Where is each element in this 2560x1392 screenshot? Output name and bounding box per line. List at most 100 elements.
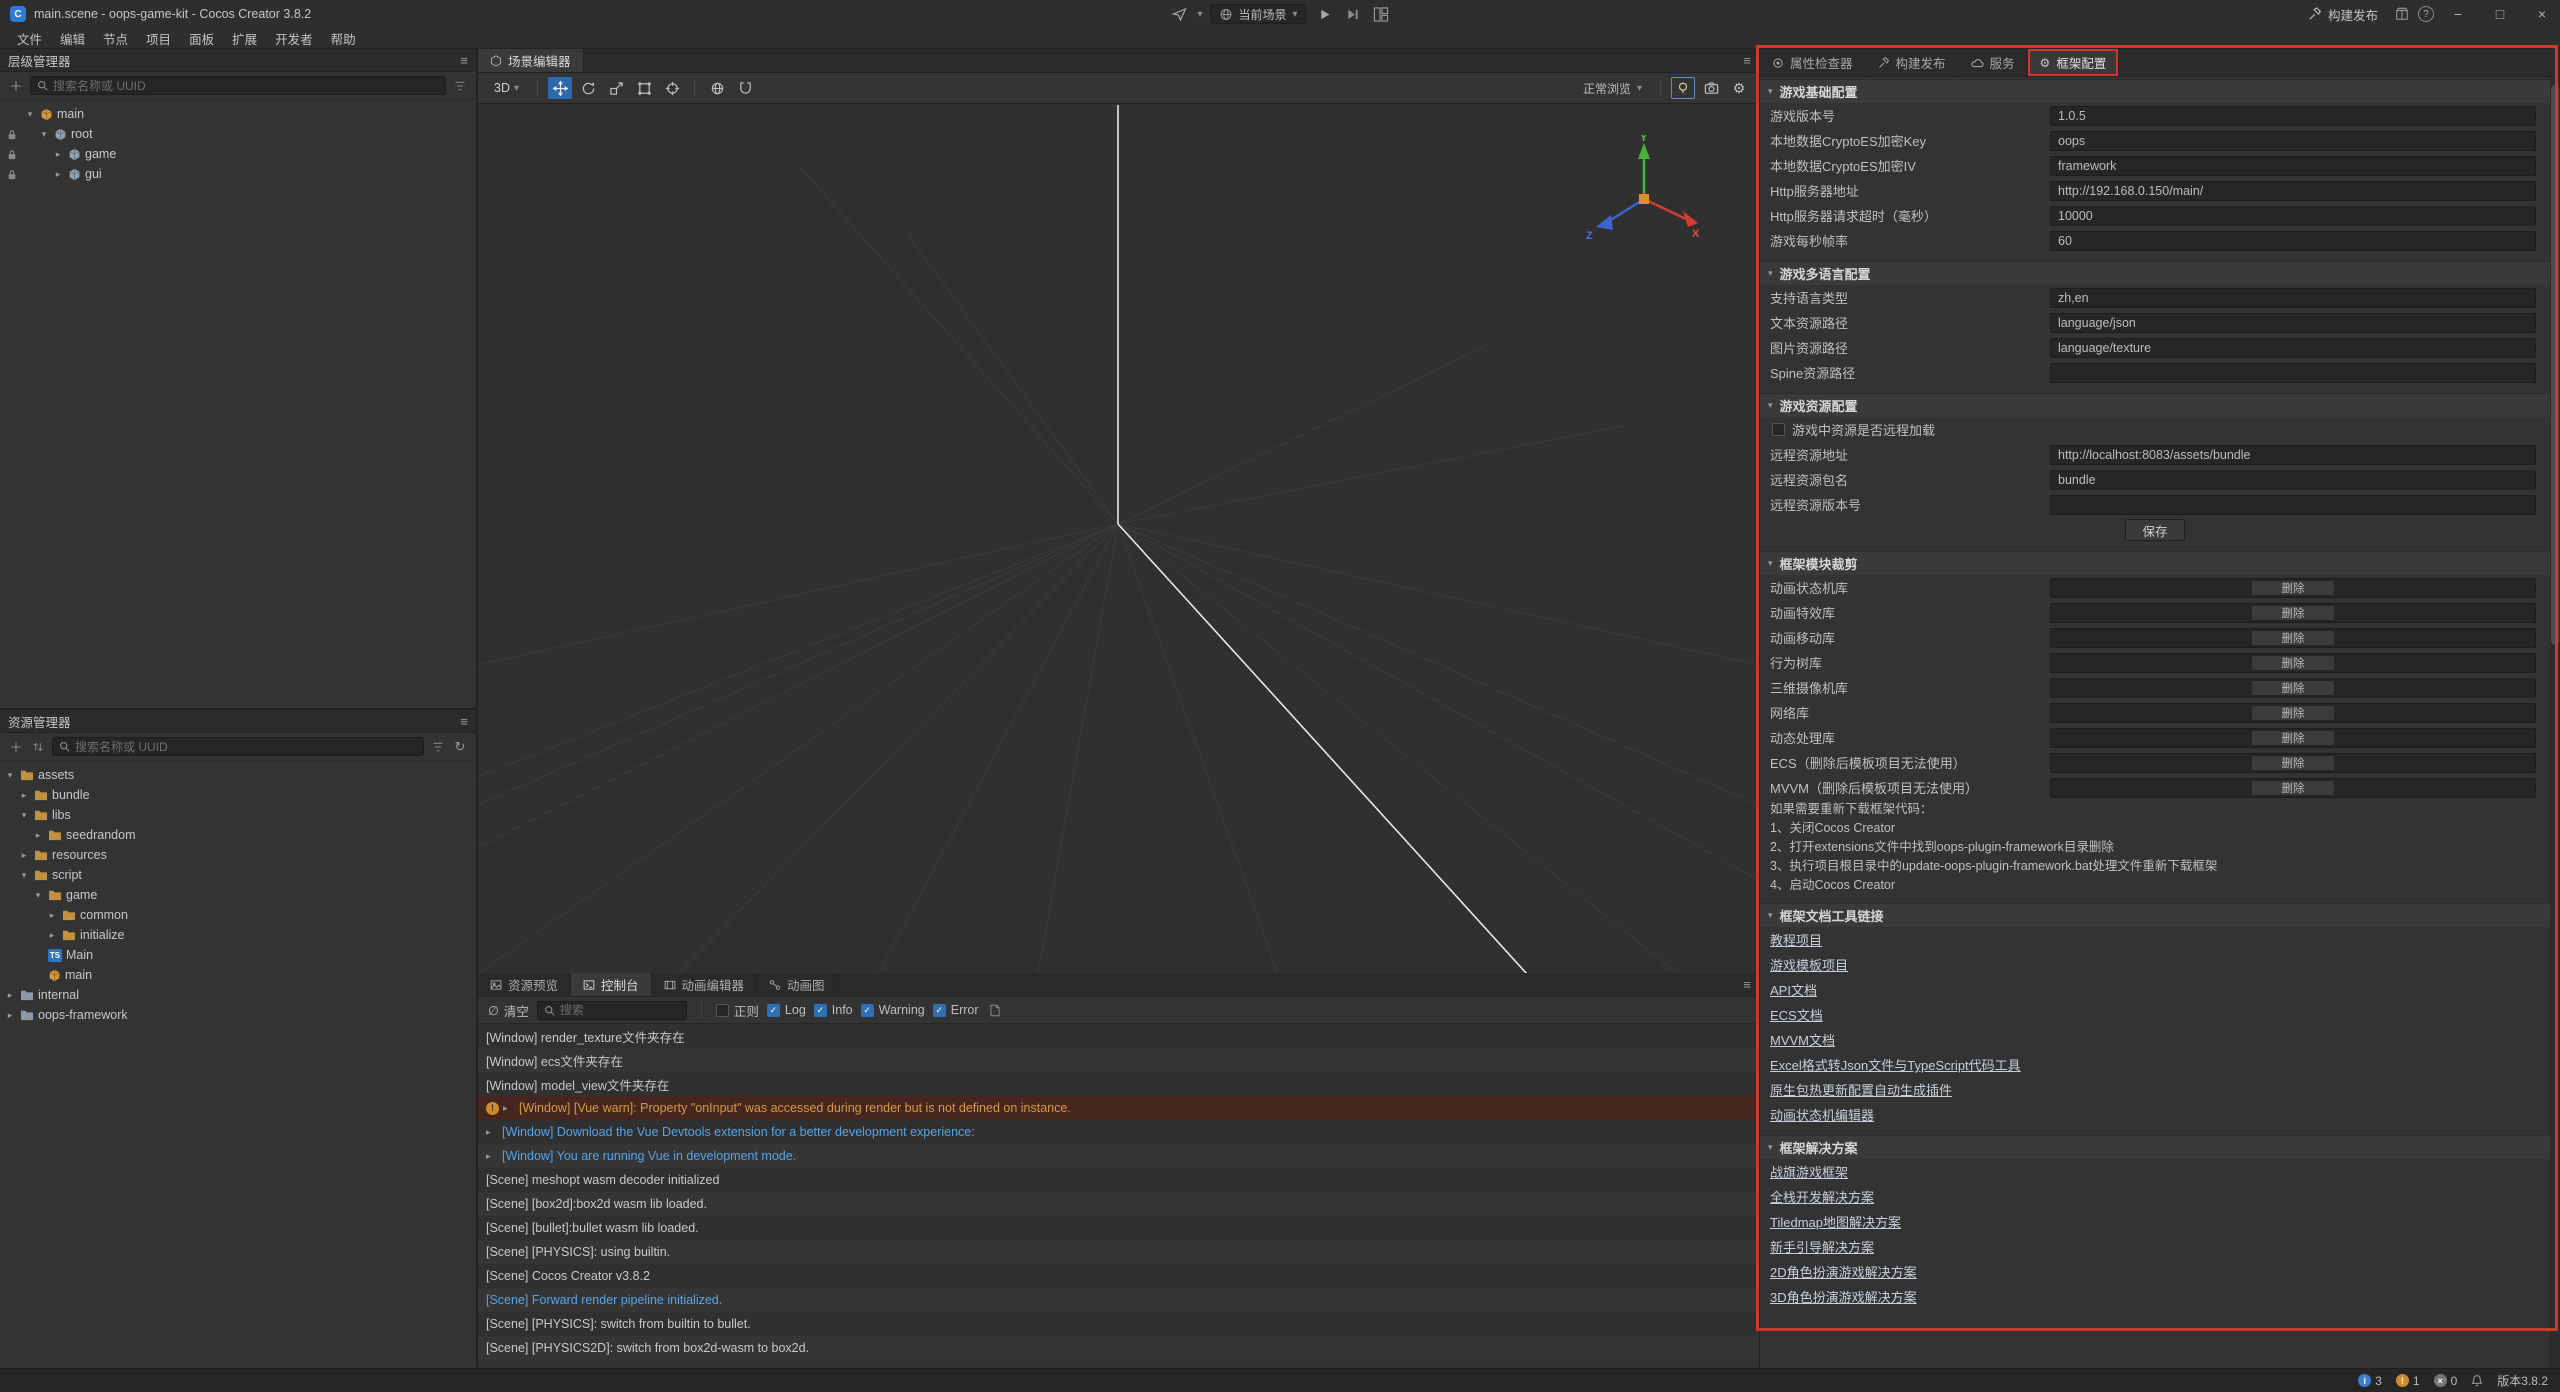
menu-project[interactable]: 项目 (137, 29, 180, 48)
asset-node-assets[interactable]: ▾ assets (0, 765, 476, 785)
rotate-tool-icon[interactable] (576, 77, 600, 99)
hierarchy-node-game[interactable]: ▸ game (0, 144, 476, 164)
remote-bundle-input[interactable] (2050, 470, 2536, 490)
spine-path-input[interactable] (2050, 363, 2536, 383)
fps-input[interactable] (2050, 231, 2536, 251)
expand-arrow-icon[interactable]: ▾ (4, 770, 16, 781)
preview-device-icon[interactable] (1169, 4, 1189, 24)
asset-node-Main[interactable]: TS Main (0, 945, 476, 965)
console-row[interactable]: [Scene] Cocos Creator v3.8.2 (478, 1264, 1759, 1288)
expand-arrow-icon[interactable]: ▾ (38, 129, 50, 140)
clear-console-button[interactable]: ∅ 清空 (488, 1001, 529, 1020)
tab-service[interactable]: 服务 (1959, 49, 2028, 76)
expand-arrow-icon[interactable]: ▸ (52, 149, 64, 160)
asset-node-resources[interactable]: ▸ resources (0, 845, 476, 865)
asset-node-main-scene[interactable]: main (0, 965, 476, 985)
rect-tool-icon[interactable] (632, 77, 656, 99)
asset-node-libs[interactable]: ▾ libs (0, 805, 476, 825)
console-row[interactable]: [Scene] Forward render pipeline initiali… (478, 1288, 1759, 1312)
tab-animation-editor[interactable]: 动画编辑器 (652, 973, 758, 996)
scale-tool-icon[interactable] (604, 77, 628, 99)
menu-extension[interactable]: 扩展 (223, 29, 266, 48)
texture-path-input[interactable] (2050, 338, 2536, 358)
languages-input[interactable] (2050, 288, 2536, 308)
crypto-key-input[interactable] (2050, 131, 2536, 151)
world-local-icon[interactable] (705, 77, 729, 99)
sort-icon[interactable] (30, 741, 46, 753)
section-basic-config[interactable]: ▾ 游戏基础配置 (1760, 79, 2550, 103)
expand-arrow-icon[interactable]: ▸ (18, 850, 30, 861)
asset-node-script[interactable]: ▾ script (0, 865, 476, 885)
tab-framework-config[interactable]: ⚙ 框架配置 (2028, 49, 2120, 76)
delete-button[interactable]: 删除 (2251, 705, 2335, 721)
layout-icon[interactable] (1371, 4, 1391, 24)
menu-edit[interactable]: 编辑 (51, 29, 94, 48)
close-button[interactable]: × (2524, 0, 2560, 28)
console-row[interactable]: [Window] ecs文件夹存在 (478, 1048, 1759, 1072)
scrollbar-thumb[interactable] (2551, 85, 2559, 645)
panel-menu-icon[interactable]: ≡ (1743, 53, 1751, 68)
console-row[interactable]: [Window] render_texture文件夹存在 (478, 1024, 1759, 1048)
panel-menu-icon[interactable]: ≡ (1743, 977, 1751, 992)
open-log-file-icon[interactable] (987, 1004, 1003, 1017)
http-server-input[interactable] (2050, 181, 2536, 201)
build-button[interactable]: 构建发布 (2300, 5, 2386, 24)
doc-link[interactable]: MVVM文档 (1770, 1030, 1835, 1049)
maximize-button[interactable]: □ (2482, 0, 2518, 28)
expand-arrow-icon[interactable]: ▸ (18, 790, 30, 801)
asset-node-initialize[interactable]: ▸ initialize (0, 925, 476, 945)
console-search-input[interactable] (560, 1003, 680, 1017)
lock-icon[interactable] (4, 129, 20, 140)
console-row[interactable]: [Window] model_view文件夹存在 (478, 1072, 1759, 1096)
asset-node-seedrandom[interactable]: ▸ seedrandom (0, 825, 476, 845)
tab-console[interactable]: 控制台 (571, 973, 652, 996)
menu-file[interactable]: 文件 (8, 29, 51, 48)
play-button[interactable] (1315, 4, 1335, 24)
section-i18n-config[interactable]: ▾ 游戏多语言配置 (1760, 261, 2550, 285)
hierarchy-search-input[interactable] (53, 79, 439, 93)
assets-search[interactable] (52, 737, 424, 756)
asset-node-common[interactable]: ▸ common (0, 905, 476, 925)
asset-node-oops-framework[interactable]: ▸ oops-framework (0, 1005, 476, 1025)
tab-animation-graph[interactable]: 动画图 (757, 973, 838, 996)
add-asset-icon[interactable]: ＋ (8, 737, 24, 756)
delete-button[interactable]: 删除 (2251, 655, 2335, 671)
remote-url-input[interactable] (2050, 445, 2536, 465)
minimize-button[interactable]: − (2440, 0, 2476, 28)
panel-menu-icon[interactable]: ≡ (460, 714, 468, 729)
doc-link[interactable]: 游戏模板项目 (1770, 955, 1848, 974)
mode-3d-toggle[interactable]: 3D▾ (486, 81, 527, 95)
delete-button[interactable]: 删除 (2251, 755, 2335, 771)
console-row[interactable]: ▸ [Window] Download the Vue Devtools ext… (478, 1120, 1759, 1144)
hierarchy-node-gui[interactable]: ▸ gui (0, 164, 476, 184)
solution-link[interactable]: 新手引导解决方案 (1770, 1237, 1874, 1256)
light-toggle-icon[interactable] (1671, 77, 1695, 99)
step-button[interactable] (1343, 4, 1363, 24)
game-version-input[interactable] (2050, 106, 2536, 126)
doc-link[interactable]: 教程项目 (1770, 930, 1822, 949)
regex-toggle[interactable]: 正则 (716, 1001, 759, 1020)
expand-arrow-icon[interactable]: ▾ (18, 810, 30, 821)
menu-developer[interactable]: 开发者 (266, 29, 322, 48)
delete-button[interactable]: 删除 (2251, 580, 2335, 596)
expand-arrow-icon[interactable]: ▸ (503, 1103, 515, 1114)
scrollbar-track[interactable] (2550, 77, 2560, 1368)
http-timeout-input[interactable] (2050, 206, 2536, 226)
solution-link[interactable]: 全栈开发解决方案 (1770, 1187, 1874, 1206)
asset-node-internal[interactable]: ▸ internal (0, 985, 476, 1005)
lock-icon[interactable] (4, 169, 20, 180)
expand-arrow-icon[interactable]: ▾ (32, 890, 44, 901)
menu-node[interactable]: 节点 (94, 29, 137, 48)
menu-panel[interactable]: 面板 (180, 29, 223, 48)
console-row[interactable]: [Scene] [PHYSICS]: using builtin. (478, 1240, 1759, 1264)
expand-arrow-icon[interactable]: ▸ (486, 1151, 498, 1162)
delete-button[interactable]: 删除 (2251, 630, 2335, 646)
bell-icon[interactable] (2471, 1374, 2483, 1387)
console-row[interactable]: [Scene] [box2d]:box2d wasm lib loaded. (478, 1192, 1759, 1216)
tab-property-inspector[interactable]: 属性检查器 (1760, 49, 1866, 76)
solution-link[interactable]: 3D角色扮演游戏解决方案 (1770, 1287, 1917, 1306)
expand-arrow-icon[interactable]: ▸ (4, 990, 16, 1001)
section-doc-links[interactable]: ▾ 框架文档工具链接 (1760, 903, 2550, 927)
camera-icon[interactable] (1699, 77, 1723, 99)
package-icon[interactable] (2392, 4, 2412, 24)
